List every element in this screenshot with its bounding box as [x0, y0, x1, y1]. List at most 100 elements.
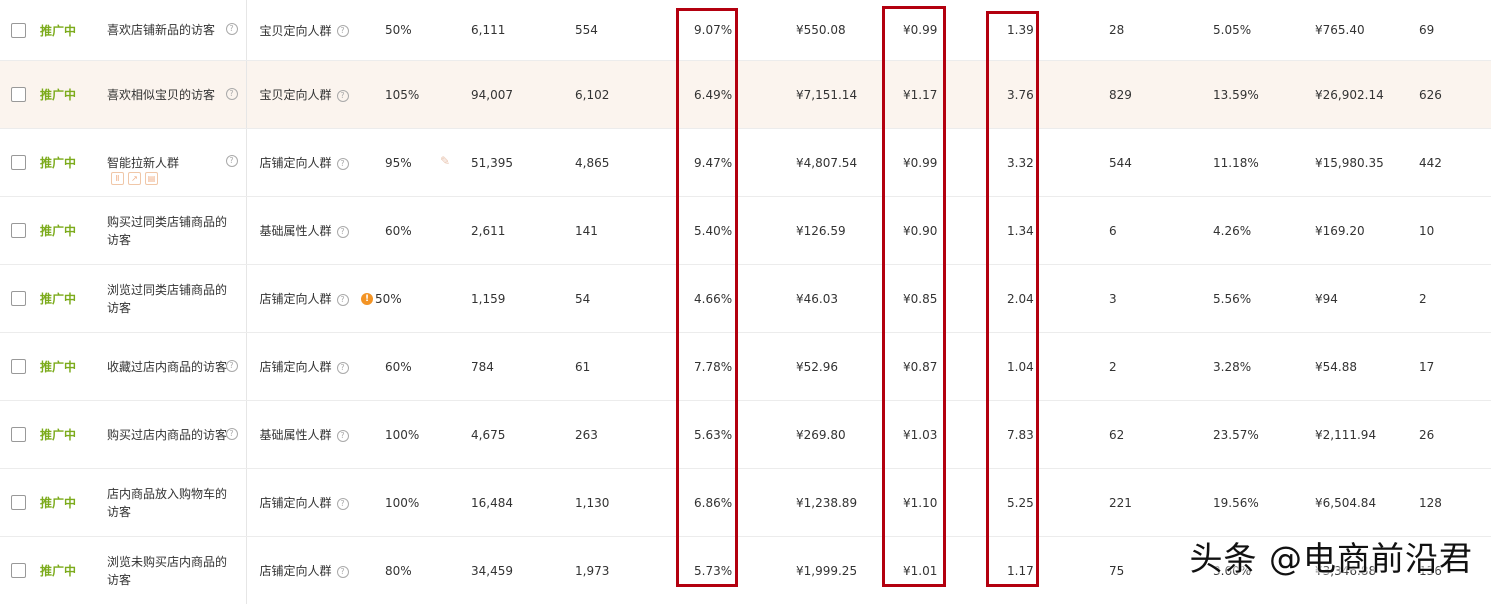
- premium-cell: 60%: [372, 333, 471, 401]
- premium-value[interactable]: 105%: [385, 88, 419, 102]
- crowd-name-cell: 收藏过店内商品的访客?: [107, 333, 246, 401]
- status-label: 推广中: [40, 224, 76, 238]
- cost-value: ¥7,151.14: [796, 88, 857, 102]
- orders-cell: 221: [1095, 469, 1201, 537]
- help-icon[interactable]: ?: [226, 360, 238, 372]
- status-label: 推广中: [40, 496, 76, 510]
- help-icon[interactable]: ?: [337, 158, 349, 170]
- help-icon[interactable]: ?: [337, 430, 349, 442]
- status-cell: 推广中: [40, 61, 107, 129]
- clicks-value: 54: [575, 292, 590, 306]
- table-row[interactable]: 推广中 喜欢相似宝贝的访客? 宝贝定向人群? 105% 94,007 6,102…: [0, 61, 1491, 129]
- cvr-cell: 13.59%: [1201, 61, 1305, 129]
- help-icon[interactable]: ?: [337, 566, 349, 578]
- help-icon[interactable]: ?: [337, 498, 349, 510]
- edit-pencil-icon[interactable]: ✎: [440, 154, 450, 168]
- status-cell: 推广中: [40, 401, 107, 469]
- premium-value[interactable]: 50%: [375, 292, 402, 306]
- status-cell: 推广中: [40, 197, 107, 265]
- row-checkbox[interactable]: [11, 23, 26, 38]
- table-row[interactable]: 推广中 购买过同类店铺商品的访客 基础属性人群? 60% 2,611 141 5…: [0, 197, 1491, 265]
- report-icon[interactable]: ▤: [145, 172, 158, 185]
- crowd-name: 购买过同类店铺商品的访客: [107, 213, 235, 249]
- warning-icon[interactable]: !: [361, 293, 373, 305]
- premium-value[interactable]: 80%: [385, 564, 412, 578]
- help-icon[interactable]: ?: [337, 362, 349, 374]
- gmv-cell: ¥765.40: [1305, 0, 1407, 61]
- crowd-name-cell: 店内商品放入购物车的访客: [107, 469, 246, 537]
- gmv-value: ¥765.40: [1315, 23, 1365, 37]
- count-cell: 626: [1407, 61, 1491, 129]
- pause-icon[interactable]: Ⅱ: [111, 172, 124, 185]
- cvr-cell: 11.18%: [1201, 129, 1305, 197]
- clicks-cell: 263: [575, 401, 679, 469]
- row-checkbox[interactable]: [11, 427, 26, 442]
- crowd-name: 店内商品放入购物车的访客: [107, 485, 235, 521]
- row-checkbox[interactable]: [11, 291, 26, 306]
- cost-value: ¥52.96: [796, 360, 838, 374]
- table-row[interactable]: 推广中 购买过店内商品的访客? 基础属性人群? 100% 4,675 263 5…: [0, 401, 1491, 469]
- crowd-action-icons[interactable]: Ⅱ ↗ ▤: [111, 170, 162, 185]
- orders-value: 2: [1109, 360, 1117, 374]
- orders-value: 829: [1109, 88, 1132, 102]
- roi-column-highlight-frame: [986, 11, 1039, 587]
- help-icon[interactable]: ?: [337, 25, 349, 37]
- table-row[interactable]: 推广中 收藏过店内商品的访客? 店铺定向人群? 60% 784 61 7.78%…: [0, 333, 1491, 401]
- cost-cell: ¥7,151.14: [782, 61, 888, 129]
- crowd-name-cell: 喜欢相似宝贝的访客?: [107, 61, 246, 129]
- count-cell: 2: [1407, 265, 1491, 333]
- help-icon[interactable]: ?: [337, 226, 349, 238]
- crowd-type: 基础属性人群: [260, 428, 332, 442]
- help-icon[interactable]: ?: [226, 155, 238, 167]
- impressions-cell: 2,611: [471, 197, 575, 265]
- gmv-value: ¥26,902.14: [1315, 88, 1384, 102]
- row-checkbox[interactable]: [11, 87, 26, 102]
- help-icon[interactable]: ?: [226, 428, 238, 440]
- crowd-type: 店铺定向人群: [260, 360, 332, 374]
- crowd-name: 浏览未购买店内商品的访客: [107, 553, 235, 589]
- gmv-value: ¥2,111.94: [1315, 428, 1376, 442]
- row-checkbox[interactable]: [11, 495, 26, 510]
- cvr-cell: 19.56%: [1201, 469, 1305, 537]
- premium-value[interactable]: 100%: [385, 428, 419, 442]
- premium-value[interactable]: 100%: [385, 496, 419, 510]
- table-row[interactable]: 推广中 浏览过同类店铺商品的访客 店铺定向人群? !50% 1,159 54 4…: [0, 265, 1491, 333]
- status-label: 推广中: [40, 156, 76, 170]
- premium-value[interactable]: 95%: [385, 156, 412, 170]
- help-icon[interactable]: ?: [226, 88, 238, 100]
- row-checkbox[interactable]: [11, 155, 26, 170]
- status-label: 推广中: [40, 292, 76, 306]
- crowd-type-cell: 宝贝定向人群?: [246, 61, 372, 129]
- gmv-cell: ¥54.88: [1305, 333, 1407, 401]
- orders-value: 544: [1109, 156, 1132, 170]
- clicks-value: 1,130: [575, 496, 609, 510]
- cost-value: ¥4,807.54: [796, 156, 857, 170]
- orders-cell: 75: [1095, 537, 1201, 604]
- cpc-column-highlight-frame: [882, 6, 946, 587]
- row-checkbox[interactable]: [11, 563, 26, 578]
- cost-cell: ¥269.80: [782, 401, 888, 469]
- help-icon[interactable]: ?: [337, 294, 349, 306]
- count-value: 442: [1419, 156, 1442, 170]
- gmv-value: ¥169.20: [1315, 224, 1365, 238]
- premium-cell: 105%: [372, 61, 471, 129]
- table-row[interactable]: 推广中 喜欢店铺新品的访客? 宝贝定向人群? 50% 6,111 554 9.0…: [0, 0, 1491, 61]
- table-row[interactable]: 推广中 智能拉新人群?Ⅱ↗▤ 店铺定向人群? 95% ✎51,395 4,865…: [0, 129, 1491, 197]
- help-icon[interactable]: ?: [337, 90, 349, 102]
- premium-value[interactable]: 50%: [385, 23, 412, 37]
- cost-value: ¥46.03: [796, 292, 838, 306]
- premium-cell: 60%: [372, 197, 471, 265]
- premium-value[interactable]: 60%: [385, 360, 412, 374]
- orders-cell: 28: [1095, 0, 1201, 61]
- clicks-cell: 6,102: [575, 61, 679, 129]
- row-checkbox[interactable]: [11, 223, 26, 238]
- help-icon[interactable]: ?: [226, 23, 238, 35]
- table-row[interactable]: 推广中 店内商品放入购物车的访客 店铺定向人群? 100% 16,484 1,1…: [0, 469, 1491, 537]
- count-value: 626: [1419, 88, 1442, 102]
- premium-value[interactable]: 60%: [385, 224, 412, 238]
- cvr-value: 3.28%: [1213, 360, 1251, 374]
- clicks-value: 554: [575, 23, 598, 37]
- row-checkbox[interactable]: [11, 359, 26, 374]
- trend-chart-icon[interactable]: ↗: [128, 172, 141, 185]
- impressions-cell: 94,007: [471, 61, 575, 129]
